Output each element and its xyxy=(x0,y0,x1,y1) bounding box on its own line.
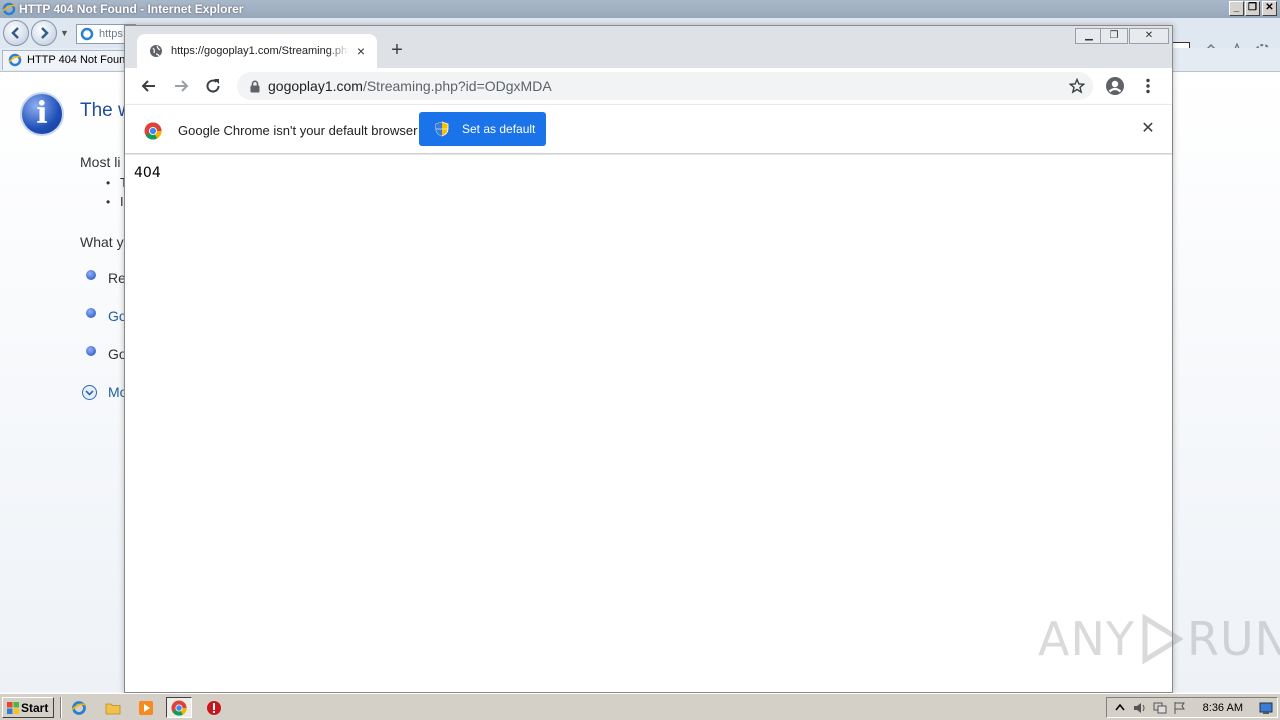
ie-page-icon xyxy=(80,27,94,41)
windows-flag-icon xyxy=(7,702,19,714)
ie-titlebar: HTTP 404 Not Found - Internet Explorer _… xyxy=(0,0,1280,18)
chrome-logo-icon xyxy=(144,122,162,140)
chrome-window: https://gogoplay1.com/Streaming.php?id=O… xyxy=(124,25,1173,693)
tab-close-icon[interactable]: × xyxy=(353,43,369,59)
action-center-flag-icon[interactable] xyxy=(1173,701,1187,715)
omnibox[interactable]: gogoplay1.com/Streaming.php?id=ODgxMDA xyxy=(237,72,1093,100)
ie-link-bullet-icon xyxy=(86,270,96,280)
new-tab-button[interactable]: + xyxy=(387,40,407,60)
system-tray: 8:36 AM xyxy=(1106,697,1278,718)
ie-tab-icon xyxy=(8,53,22,67)
back-arrow-icon xyxy=(11,27,19,39)
lock-icon[interactable] xyxy=(249,80,261,93)
chrome-tab-title: https://gogoplay1.com/Streaming.php?id=O… xyxy=(171,45,349,57)
ie-bullet-dot-2: • xyxy=(106,195,111,209)
start-label: Start xyxy=(21,700,49,715)
reload-icon[interactable] xyxy=(203,76,223,96)
tray-expand-icon[interactable] xyxy=(1113,701,1127,715)
ie-what-you-text: What y xyxy=(80,234,124,250)
volume-icon[interactable] xyxy=(1133,701,1147,715)
omnibox-domain: gogoplay1.com xyxy=(268,78,363,94)
stop-sign-icon xyxy=(207,700,221,715)
kebab-menu-icon[interactable] xyxy=(1138,76,1158,96)
page-status-text: 404 xyxy=(134,165,161,181)
ie-bullet-dot-1: • xyxy=(106,176,111,190)
taskbar-ie-button[interactable] xyxy=(66,697,92,718)
taskbar-alert-button[interactable] xyxy=(201,697,227,718)
chrome-tabstrip: https://gogoplay1.com/Streaming.php?id=O… xyxy=(125,26,1172,68)
ie-tab[interactable]: HTTP 404 Not Found xyxy=(2,50,128,70)
omnibox-path: /Streaming.php?id=ODgxMDA xyxy=(362,78,552,94)
ie-address-text: https: xyxy=(99,28,126,40)
forward-arrow-icon xyxy=(41,27,49,39)
folder-icon xyxy=(105,703,121,714)
forward-arrow-icon[interactable] xyxy=(171,76,191,96)
chrome-close-button[interactable]: ✕ xyxy=(1129,28,1169,44)
watermark-left-text: ANY xyxy=(1038,612,1135,666)
network-icon[interactable] xyxy=(1153,701,1167,715)
ie-restore-button[interactable]: ❐ xyxy=(1245,1,1260,16)
chrome-tab[interactable]: https://gogoplay1.com/Streaming.php?id=O… xyxy=(137,34,377,68)
taskbar-separator xyxy=(60,697,62,718)
ie-close-button[interactable]: ✕ xyxy=(1262,1,1277,16)
globe-icon xyxy=(150,45,162,57)
chrome-page-content: 404 xyxy=(125,155,1172,692)
ie-link-bullet-icon xyxy=(86,308,96,318)
ie-history-dropdown-icon[interactable]: ▼ xyxy=(60,28,69,38)
uac-shield-icon xyxy=(435,121,449,137)
chrome-icon xyxy=(171,699,187,716)
ie-forward-button[interactable] xyxy=(31,20,57,46)
taskbar: Start 8:36 AM xyxy=(0,693,1280,720)
taskbar-chrome-button[interactable] xyxy=(166,697,192,718)
bookmark-star-icon[interactable] xyxy=(1069,78,1085,94)
show-desktop-icon[interactable] xyxy=(1259,701,1273,715)
ie-back-button[interactable] xyxy=(3,20,29,46)
ie-most-likely-text: Most li xyxy=(80,154,121,170)
back-arrow-icon[interactable] xyxy=(139,76,159,96)
chrome-minimize-button[interactable]: ▁ xyxy=(1075,28,1103,44)
close-icon[interactable]: ✕ xyxy=(1140,121,1156,137)
set-as-default-label: Set as default xyxy=(462,122,536,136)
chevron-down-icon[interactable] xyxy=(82,385,97,400)
anyrun-watermark: ANY RUN xyxy=(1038,612,1280,666)
ie-logo-icon xyxy=(2,2,16,16)
watermark-right-text: RUN xyxy=(1186,612,1280,666)
info-icon: i xyxy=(20,92,64,136)
profile-avatar-icon[interactable] xyxy=(1105,76,1125,96)
ie-tab-label: HTTP 404 Not Found xyxy=(27,54,128,66)
set-as-default-button[interactable]: Set as default xyxy=(419,112,546,146)
infobar-message: Google Chrome isn't your default browser xyxy=(178,123,418,138)
chrome-restore-button[interactable]: ❐ xyxy=(1100,28,1128,44)
taskbar-explorer-button[interactable] xyxy=(100,697,126,718)
chrome-toolbar: gogoplay1.com/Streaming.php?id=ODgxMDA xyxy=(125,68,1172,104)
ie-link-bullet-icon xyxy=(86,346,96,356)
default-browser-infobar: Google Chrome isn't your default browser… xyxy=(125,104,1172,154)
taskbar-media-player-button[interactable] xyxy=(133,697,159,718)
ie-minimize-button[interactable]: _ xyxy=(1229,1,1244,16)
taskbar-clock[interactable]: 8:36 AM xyxy=(1203,702,1243,714)
ie-title: HTTP 404 Not Found - Internet Explorer xyxy=(19,2,244,16)
media-player-icon xyxy=(139,700,153,715)
play-logo-icon xyxy=(1142,614,1183,664)
start-button[interactable]: Start xyxy=(2,697,54,718)
ie-icon xyxy=(71,700,87,715)
